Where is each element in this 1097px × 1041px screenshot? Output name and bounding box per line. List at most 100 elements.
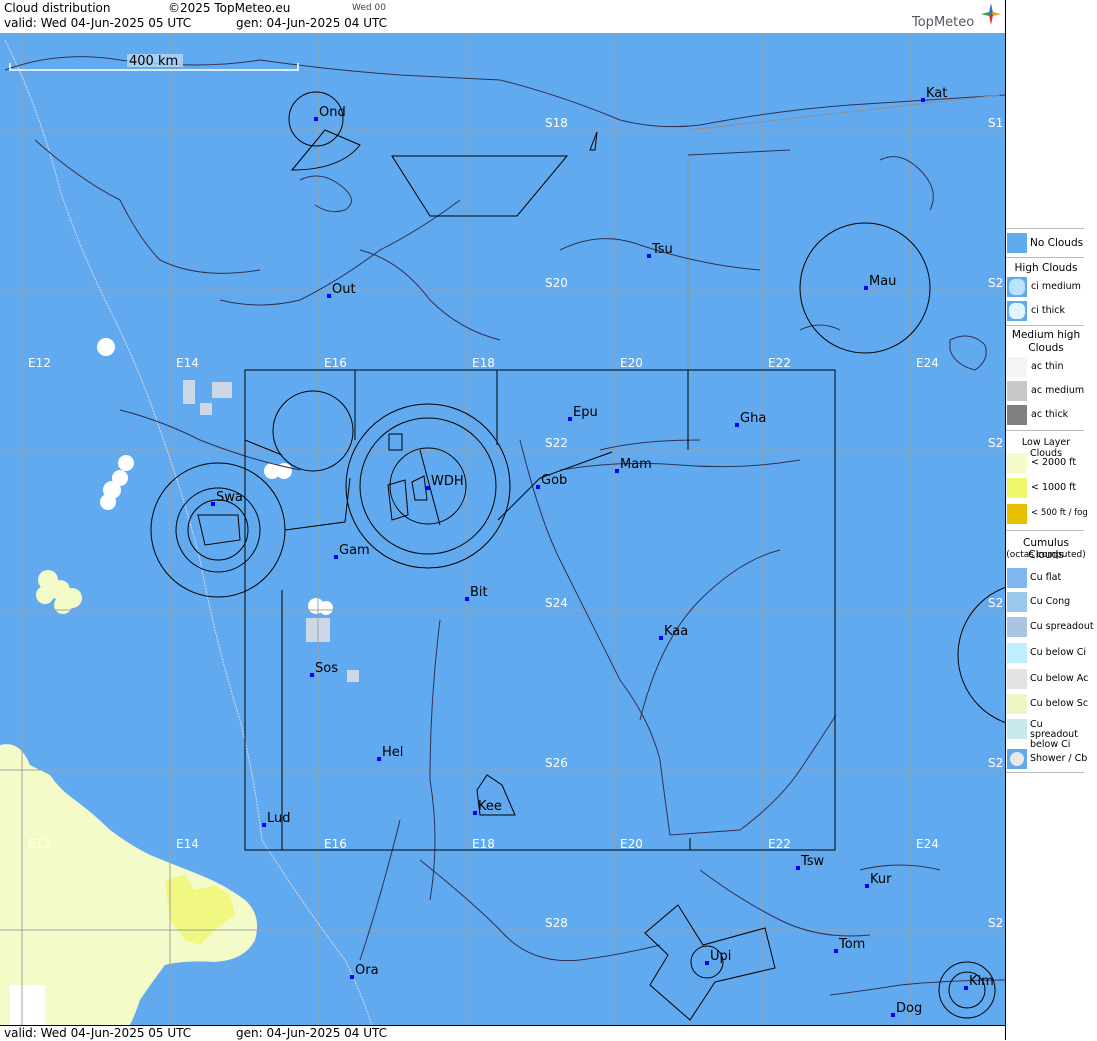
white-patch (10, 985, 45, 1025)
lon-label: E16 (324, 356, 347, 370)
city-marker (310, 673, 314, 677)
lat-label: S1 (988, 116, 1003, 130)
lat-label: S26 (545, 756, 568, 770)
legend-cu-cong: Cu Cong (1006, 591, 1092, 613)
city-marker (864, 286, 868, 290)
city-marker (211, 502, 215, 506)
city-marker (350, 975, 354, 979)
city-label: Tsu (651, 242, 673, 257)
generated-time: gen: 04-Jun-2025 04 UTC (236, 16, 388, 30)
legend-cu-subtitle: (octas computed) (1006, 550, 1086, 560)
city-marker (865, 884, 869, 888)
map-header: Cloud distribution ©2025 TopMeteo.eu Wed… (0, 0, 1005, 34)
city-label: Gob (541, 473, 567, 488)
legend-cu-spreadout-below-ci: Cu spreadout below Ci (1006, 718, 1092, 750)
city-label: Kim (969, 974, 994, 989)
city-label: Upi (710, 949, 731, 964)
lat-label: S2 (988, 436, 1003, 450)
city-marker (568, 417, 572, 421)
map-title: Cloud distribution (4, 1, 111, 15)
lon-label: E20 (620, 356, 643, 370)
city-marker (796, 866, 800, 870)
city-label: Tom (838, 937, 865, 952)
city-marker (536, 485, 540, 489)
city-label: Gha (740, 411, 766, 426)
city-label: Lud (267, 811, 291, 826)
city-marker (426, 486, 430, 490)
legend-high-title: High Clouds (1014, 262, 1078, 274)
brand-logo: TopMeteo (912, 15, 975, 30)
footer-valid-time: valid: Wed 04-Jun-2025 05 UTC (4, 1026, 192, 1040)
city-label: Ora (355, 963, 379, 978)
city-marker (377, 757, 381, 761)
city-marker (473, 811, 477, 815)
lat-label: S2 (988, 756, 1003, 770)
city-marker (921, 98, 925, 102)
legend-ac-thick: ac thick (1006, 404, 1092, 426)
lon-label: E22 (768, 356, 791, 370)
city-marker (314, 117, 318, 121)
city-marker (615, 469, 619, 473)
legend-cu-spreadout: Cu spreadout (1006, 616, 1094, 638)
legend-ci-medium: ci medium (1006, 276, 1092, 298)
city-label: Epu (573, 405, 598, 420)
city-marker (647, 254, 651, 258)
legend-cu-below-ci: Cu below Ci (1006, 642, 1092, 664)
copyright: ©2025 TopMeteo.eu (168, 1, 291, 15)
city-label: WDH (431, 474, 464, 489)
lat-label: S2 (988, 916, 1003, 930)
lon-label: E12 (28, 356, 51, 370)
lon-label: E12 (28, 837, 51, 851)
legend-cu-flat: Cu flat (1006, 567, 1092, 589)
city-marker (465, 597, 469, 601)
city-marker (891, 1013, 895, 1017)
legend-no-clouds: No Clouds (1006, 232, 1092, 254)
scale-label: 400 km (129, 54, 178, 69)
city-label: Out (332, 282, 356, 297)
city-marker (735, 423, 739, 427)
legend-low-fog: < 500 ft / fog (1006, 503, 1092, 525)
lat-label: S28 (545, 916, 568, 930)
city-label: Bit (470, 585, 488, 600)
city-label: Tsw (800, 854, 825, 869)
city-label: Swa (216, 490, 243, 505)
legend-low-2000: < 2000 ft (1006, 452, 1092, 474)
footer-generated-time: gen: 04-Jun-2025 04 UTC (236, 1026, 388, 1040)
valid-time: valid: Wed 04-Jun-2025 05 UTC (4, 16, 192, 30)
city-label: Sos (315, 661, 338, 676)
lat-label: S24 (545, 596, 568, 610)
lon-label: E24 (916, 356, 939, 370)
city-label: Dog (896, 1001, 922, 1016)
lon-label: E14 (176, 356, 199, 370)
city-label: Ond (319, 105, 346, 120)
lon-label: E20 (620, 837, 643, 851)
city-marker (262, 823, 266, 827)
lon-label: E18 (472, 356, 495, 370)
lat-label: S2 (988, 276, 1003, 290)
lat-label: S20 (545, 276, 568, 290)
city-label: Kee (478, 799, 502, 814)
legend-ac-thin: ac thin (1006, 356, 1092, 378)
city-marker (834, 949, 838, 953)
compass-icon (981, 3, 1001, 25)
legend-ci-thick: ci thick (1006, 300, 1092, 322)
lat-label: S18 (545, 116, 568, 130)
city-marker (334, 555, 338, 559)
lon-label: E24 (916, 837, 939, 851)
city-label: Kat (926, 86, 947, 101)
city-marker (705, 961, 709, 965)
city-marker (659, 636, 663, 640)
lon-label: E14 (176, 837, 199, 851)
city-label: Hel (382, 745, 403, 760)
map-footer: valid: Wed 04-Jun-2025 05 UTC gen: 04-Ju… (0, 1025, 1005, 1041)
cloud-map[interactable]: 400 km E12 E14 E16 E18 E20 E22 E24 E12 E… (0, 33, 1005, 1025)
city-label: Gam (339, 543, 370, 558)
city-label: Kur (870, 872, 892, 887)
lon-label: E18 (472, 837, 495, 851)
legend-panel: No Clouds High Clouds ci medium ci thick… (1005, 0, 1097, 1040)
lon-label: E22 (768, 837, 791, 851)
lat-label: S2 (988, 596, 1003, 610)
model-run: Wed 00 (352, 3, 386, 13)
legend-ac-medium: ac medium (1006, 380, 1092, 402)
legend-shower-cb: Shower / Cb (1006, 748, 1092, 770)
